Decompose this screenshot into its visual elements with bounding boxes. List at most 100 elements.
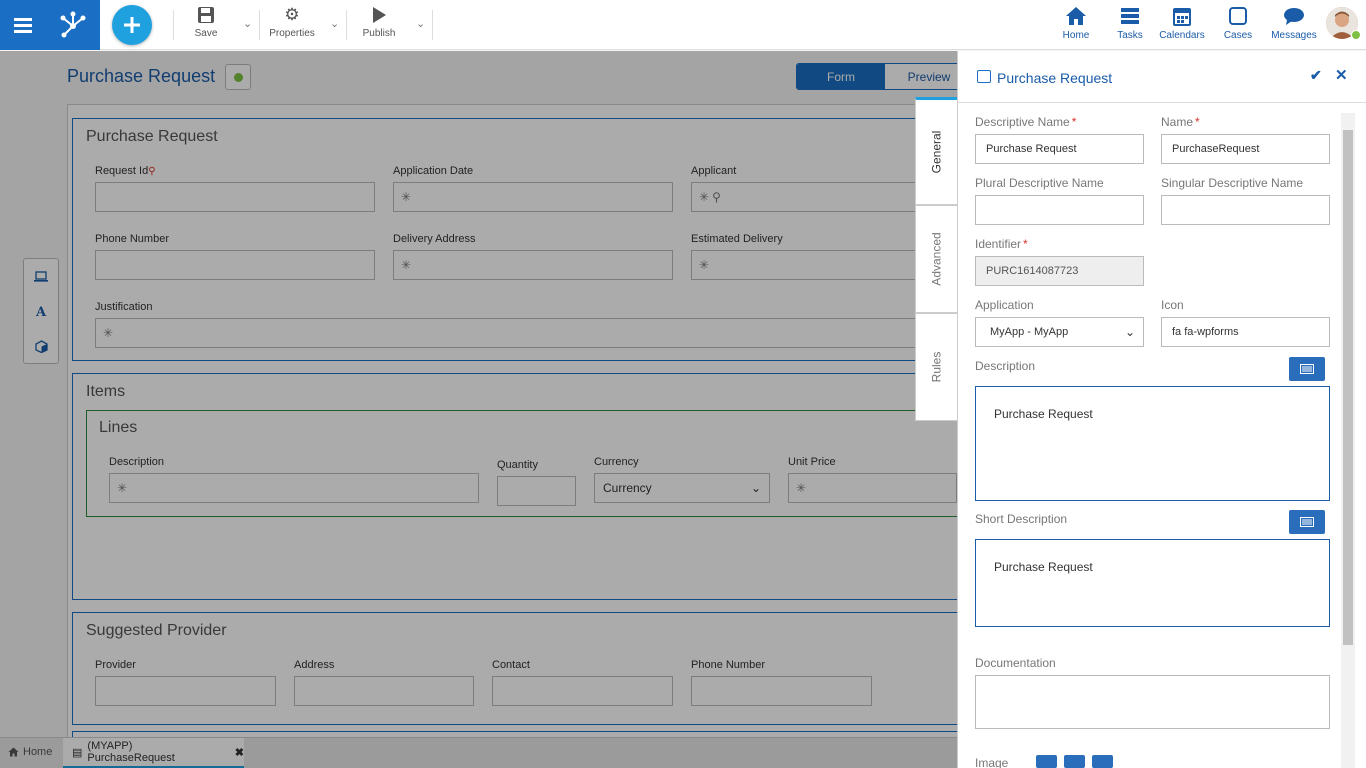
name-input[interactable]: PurchaseRequest [1161, 134, 1330, 164]
confirm-check-icon[interactable]: ✔ [1310, 67, 1322, 84]
provider-phone-input[interactable] [691, 676, 872, 706]
field-label: Phone Number [95, 233, 169, 245]
field-label: Unit Price [788, 456, 836, 468]
asterisk-icon: ✳ [699, 190, 710, 204]
nav-cases[interactable]: Cases [1222, 6, 1254, 46]
image-upload-button[interactable] [1064, 755, 1085, 768]
nav-calendars[interactable]: Calendars [1158, 6, 1206, 46]
field-label: Phone Number [691, 659, 765, 671]
nav-home-label: Home [1062, 30, 1090, 41]
properties-button[interactable]: ⚙ Properties [267, 6, 317, 46]
taskbar-home[interactable]: Home [8, 746, 52, 758]
nav-messages-label: Messages [1271, 30, 1317, 41]
message-icon [1284, 8, 1304, 25]
menu-icon[interactable] [0, 0, 46, 50]
currency-select[interactable]: Currency ⌄ [594, 473, 770, 503]
toolbar-divider [432, 10, 433, 40]
documentation-textarea[interactable] [975, 675, 1330, 729]
phone-number-input[interactable] [95, 250, 375, 280]
short-description-textarea[interactable]: Purchase Request [975, 539, 1330, 627]
form-status-button[interactable] [225, 64, 251, 90]
justification-input[interactable]: ✳ [95, 318, 957, 348]
field-label: Application Date [393, 165, 474, 177]
chevron-down-icon: ⌄ [1124, 325, 1135, 339]
line-description-input[interactable]: ✳ [109, 473, 479, 503]
side-toolbox: A [23, 258, 59, 364]
publish-label: Publish [362, 28, 396, 39]
icon-input[interactable]: fa fa-wpforms [1161, 317, 1330, 347]
key-icon: ⚲ [148, 166, 156, 177]
form-icon: ▤ [72, 746, 83, 759]
calendar-icon [1173, 8, 1191, 26]
view-tabs: Form Preview [796, 63, 974, 90]
panel-scrollbar-thumb[interactable] [1343, 130, 1353, 645]
toolbar-divider [259, 10, 260, 40]
app-logo-icon[interactable] [46, 0, 100, 50]
tab-form[interactable]: Form [797, 64, 885, 89]
section-title: Items [86, 383, 126, 400]
status-dot-icon [233, 72, 243, 82]
panel-tabs: General Advanced Rules [915, 97, 957, 421]
taskbar-tab-label: (MYAPP) PurchaseRequest [87, 740, 175, 764]
cube-icon[interactable] [24, 329, 58, 363]
close-icon[interactable]: ✖ [235, 746, 244, 759]
application-select[interactable]: MyApp - MyApp ⌄ [975, 317, 1144, 347]
section-title: Purchase Request [86, 128, 218, 145]
close-icon[interactable]: ✕ [1335, 66, 1348, 84]
singular-descriptive-name-input[interactable] [1161, 195, 1330, 225]
descriptive-name-input[interactable]: Purchase Request [975, 134, 1144, 164]
save-label: Save [194, 28, 218, 39]
add-button[interactable] [112, 5, 152, 45]
image-info-button[interactable] [1036, 755, 1057, 768]
identifier-input: PURC1614087723 [975, 256, 1144, 286]
publish-button[interactable]: Publish [360, 6, 398, 46]
description-textarea[interactable]: Purchase Request [975, 386, 1330, 501]
field-label: Description [109, 456, 165, 468]
nav-tasks-label: Tasks [1117, 30, 1143, 41]
laptop-icon[interactable] [24, 259, 58, 293]
nav-messages[interactable]: Messages [1270, 6, 1318, 46]
plural-descriptive-name-input[interactable] [975, 195, 1144, 225]
nav-calendars-label: Calendars [1159, 30, 1205, 41]
field-label: Justification [95, 301, 153, 313]
field-label: Estimated Delivery [691, 233, 783, 245]
save-button[interactable]: Save [190, 6, 222, 46]
request-id-input[interactable] [95, 182, 375, 212]
asterisk-icon: ✳ [103, 326, 114, 340]
quantity-input[interactable] [497, 476, 576, 506]
field-label: Icon [1161, 298, 1184, 312]
taskbar-home-label: Home [23, 746, 53, 758]
field-label: Applicant [691, 165, 737, 177]
form-object-icon [977, 70, 991, 83]
asterisk-icon: ✳ [796, 481, 807, 495]
nav-home[interactable]: Home [1060, 6, 1092, 46]
field-label: Address [294, 659, 335, 671]
publish-dropdown-chevron-down-icon[interactable]: ⌄ [416, 17, 425, 30]
field-label: Descriptive Name * [975, 115, 1077, 129]
properties-label: Properties [269, 28, 315, 39]
play-icon [373, 7, 386, 23]
unit-price-input[interactable]: ✳ [788, 473, 957, 503]
text-format-icon[interactable]: A [24, 295, 58, 329]
tab-general[interactable]: General [915, 97, 957, 205]
properties-dropdown-chevron-down-icon[interactable]: ⌄ [330, 17, 339, 30]
application-date-input[interactable]: ✳ [393, 182, 673, 212]
field-label: Delivery Address [393, 233, 476, 245]
field-label: Quantity [497, 459, 538, 471]
nav-tasks[interactable]: Tasks [1114, 6, 1146, 46]
field-label: Image [975, 756, 1009, 768]
field-label: Short Description [975, 512, 1068, 526]
user-lookup-icon: ⚲ [712, 190, 721, 204]
save-dropdown-chevron-down-icon[interactable]: ⌄ [243, 17, 252, 30]
contact-input[interactable] [492, 676, 673, 706]
address-input[interactable] [294, 676, 474, 706]
edit-short-description-button[interactable] [1289, 510, 1325, 534]
tab-rules[interactable]: Rules [915, 313, 957, 421]
delivery-address-input[interactable]: ✳ [393, 250, 673, 280]
asterisk-icon: ✳ [401, 258, 412, 272]
provider-input[interactable] [95, 676, 276, 706]
image-delete-button[interactable] [1092, 755, 1113, 768]
edit-description-button[interactable] [1289, 357, 1325, 381]
taskbar-tab[interactable]: ▤ (MYAPP) PurchaseRequest ✖ [63, 738, 244, 768]
tab-advanced[interactable]: Advanced [915, 205, 957, 313]
